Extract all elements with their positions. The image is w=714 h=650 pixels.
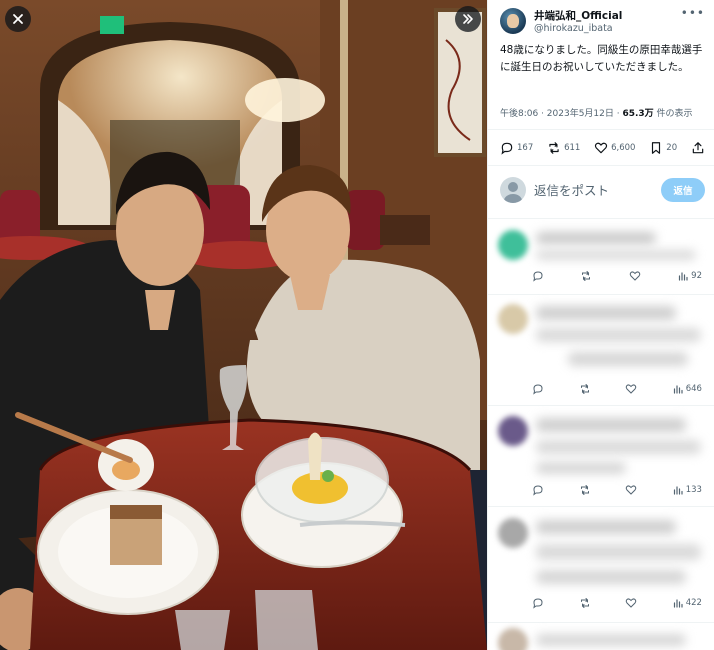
author-handle[interactable]: @hirokazu_ibata xyxy=(534,23,613,34)
blurred-text xyxy=(568,352,688,366)
blurred-text xyxy=(536,418,686,432)
reply-button[interactable]: 返信 xyxy=(661,178,705,202)
blurred-text xyxy=(536,570,686,584)
repost-icon xyxy=(549,142,559,154)
post-views-count: 65.3万 xyxy=(622,109,654,119)
divider xyxy=(488,294,714,295)
reply-item[interactable]: 92 xyxy=(488,224,714,294)
share-icon xyxy=(692,142,704,154)
reply-item[interactable]: 422 xyxy=(488,512,714,622)
bar-chart-icon xyxy=(673,599,683,608)
bar-chart-icon xyxy=(673,385,683,394)
reply-icon xyxy=(501,142,513,155)
like-action[interactable]: 6,600 xyxy=(594,141,635,155)
post-header: 井端弘和_Official @hirokazu_ibata ••• xyxy=(488,0,714,40)
heart-icon xyxy=(595,142,608,154)
reply-icon[interactable] xyxy=(532,270,544,282)
like-count: 6,600 xyxy=(611,143,636,153)
views-count: 422 xyxy=(685,598,702,608)
views-count: 133 xyxy=(685,485,702,495)
reply-avatar xyxy=(498,518,528,548)
divider xyxy=(488,405,714,406)
author-avatar-face xyxy=(507,14,519,28)
more-options-icon[interactable]: ••• xyxy=(681,6,705,20)
current-user-avatar xyxy=(500,177,526,203)
close-icon xyxy=(13,14,23,24)
bar-chart-icon xyxy=(679,272,688,281)
blurred-text xyxy=(536,232,656,244)
blurred-text xyxy=(536,634,686,646)
heart-icon[interactable] xyxy=(625,597,637,609)
repost-icon[interactable] xyxy=(579,484,591,496)
reply-action[interactable]: 167 xyxy=(500,141,533,155)
reply-icon[interactable] xyxy=(532,597,544,609)
reply-item[interactable]: 133 xyxy=(488,410,714,506)
views-stat[interactable]: 422 xyxy=(672,597,702,609)
reply-icon[interactable] xyxy=(532,484,544,496)
reply-count: 167 xyxy=(517,143,534,153)
post-text: 48歳になりました。同級生の原田幸哉選手に誕生日のお祝いしていただきました。 xyxy=(500,44,703,73)
views-stat[interactable]: 92 xyxy=(677,270,702,282)
reply-icon[interactable] xyxy=(532,383,544,395)
bookmark-action[interactable]: 20 xyxy=(649,141,677,155)
bar-chart-icon xyxy=(673,486,683,495)
repost-icon[interactable] xyxy=(579,383,591,395)
reply-action-bar: 92 xyxy=(532,269,702,283)
reply-action-bar: 646 xyxy=(532,382,702,396)
reply-avatar xyxy=(498,628,528,650)
heart-icon[interactable] xyxy=(625,383,637,395)
birthday-dinner-photo xyxy=(0,0,487,650)
post-views-label: 件の表示 xyxy=(653,109,693,119)
divider xyxy=(488,622,714,623)
blurred-text xyxy=(536,462,626,474)
post-action-bar: 167 611 6,600 20 xyxy=(500,138,705,158)
blurred-text xyxy=(536,520,676,534)
bookmark-count: 20 xyxy=(666,143,678,153)
blurred-text xyxy=(536,328,701,342)
reply-avatar xyxy=(498,416,528,446)
heart-icon[interactable] xyxy=(629,270,641,282)
post-meta: 午後8:06 · 2023年5月12日 · 65.3万 件の表示 xyxy=(500,106,693,119)
post-detail-panel: 井端弘和_Official @hirokazu_ibata ••• 48歳になり… xyxy=(487,0,714,650)
author-avatar[interactable] xyxy=(500,8,526,34)
post-timestamp[interactable]: 午後8:06 · 2023年5月12日 · xyxy=(500,109,622,119)
repost-icon[interactable] xyxy=(579,597,591,609)
divider xyxy=(488,506,714,507)
views-stat[interactable]: 133 xyxy=(672,484,702,496)
reply-action-bar: 422 xyxy=(532,596,702,610)
repost-icon[interactable] xyxy=(580,270,592,282)
divider xyxy=(488,218,714,219)
views-stat[interactable]: 646 xyxy=(672,383,702,395)
media-photo xyxy=(0,0,487,650)
blurred-text xyxy=(536,544,701,560)
collapse-sidebar-button[interactable] xyxy=(455,6,481,32)
reply-action-bar: 133 xyxy=(532,483,702,497)
blurred-text xyxy=(536,440,701,454)
repost-count: 611 xyxy=(564,143,581,153)
share-action[interactable] xyxy=(691,141,705,155)
blurred-text xyxy=(536,306,676,320)
views-count: 646 xyxy=(685,384,702,394)
double-chevron-right-icon xyxy=(463,14,473,24)
repost-action[interactable]: 611 xyxy=(547,141,580,155)
views-count: 92 xyxy=(691,271,702,281)
reply-input[interactable]: 返信をポスト xyxy=(534,180,609,199)
author-name[interactable]: 井端弘和_Official xyxy=(534,8,622,23)
reply-avatar xyxy=(498,304,528,334)
reply-avatar xyxy=(498,230,528,260)
divider xyxy=(488,129,714,130)
bookmark-icon xyxy=(652,142,661,154)
close-button[interactable] xyxy=(5,6,31,32)
heart-icon[interactable] xyxy=(625,484,637,496)
reply-composer: 返信をポスト 返信 xyxy=(488,166,714,214)
reply-item[interactable]: 646 xyxy=(488,298,714,403)
blurred-text xyxy=(536,250,696,260)
